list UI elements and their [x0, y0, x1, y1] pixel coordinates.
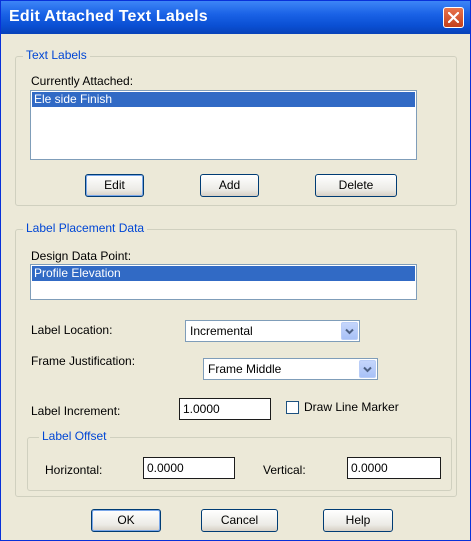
cancel-button[interactable]: Cancel	[201, 509, 278, 532]
list-item[interactable]: Ele side Finish	[32, 92, 415, 107]
chevron-down-icon	[345, 328, 354, 335]
vertical-offset-input[interactable]: 0.0000	[347, 457, 441, 479]
label-placement-group-title: Label Placement Data	[23, 221, 148, 235]
text-labels-group-title: Text Labels	[23, 48, 90, 62]
add-button[interactable]: Add	[200, 174, 259, 197]
title-bar[interactable]: Edit Attached Text Labels	[1, 1, 470, 34]
horizontal-offset-label: Horizontal:	[45, 463, 103, 477]
label-location-value: Incremental	[190, 324, 253, 338]
label-offset-group-title: Label Offset	[39, 429, 110, 443]
edit-button[interactable]: Edit	[85, 174, 144, 197]
currently-attached-label: Currently Attached:	[31, 74, 134, 88]
close-button[interactable]	[443, 7, 464, 28]
chevron-down-icon	[363, 366, 372, 373]
draw-line-marker-label: Draw Line Marker	[304, 400, 399, 414]
label-location-dropdown-button[interactable]	[341, 322, 358, 340]
frame-justification-label: Frame Justification:	[31, 354, 136, 368]
horizontal-offset-input[interactable]: 0.0000	[143, 457, 235, 479]
design-data-point-label: Design Data Point:	[31, 249, 132, 263]
label-increment-label: Label Increment:	[31, 404, 121, 418]
label-increment-input[interactable]: 1.0000	[179, 398, 271, 420]
attached-labels-list[interactable]: Ele side Finish	[30, 90, 417, 160]
ok-button[interactable]: OK	[91, 509, 161, 532]
help-button[interactable]: Help	[323, 509, 393, 532]
label-location-select[interactable]: Incremental	[185, 320, 360, 342]
edit-text-labels-dialog: Edit Attached Text Labels Text Labels Cu…	[0, 0, 471, 541]
close-x-icon	[448, 12, 459, 23]
design-data-point-list[interactable]: Profile Elevation	[30, 264, 417, 300]
label-location-label: Label Location:	[31, 323, 113, 337]
frame-justification-dropdown-button[interactable]	[359, 360, 376, 378]
draw-line-marker-checkbox[interactable]	[286, 401, 299, 414]
frame-justification-select[interactable]: Frame Middle	[203, 358, 378, 380]
frame-justification-value: Frame Middle	[208, 362, 282, 376]
window-title: Edit Attached Text Labels	[9, 8, 208, 25]
list-item[interactable]: Profile Elevation	[32, 266, 415, 281]
vertical-offset-label: Vertical:	[263, 463, 306, 477]
delete-button[interactable]: Delete	[315, 174, 397, 197]
